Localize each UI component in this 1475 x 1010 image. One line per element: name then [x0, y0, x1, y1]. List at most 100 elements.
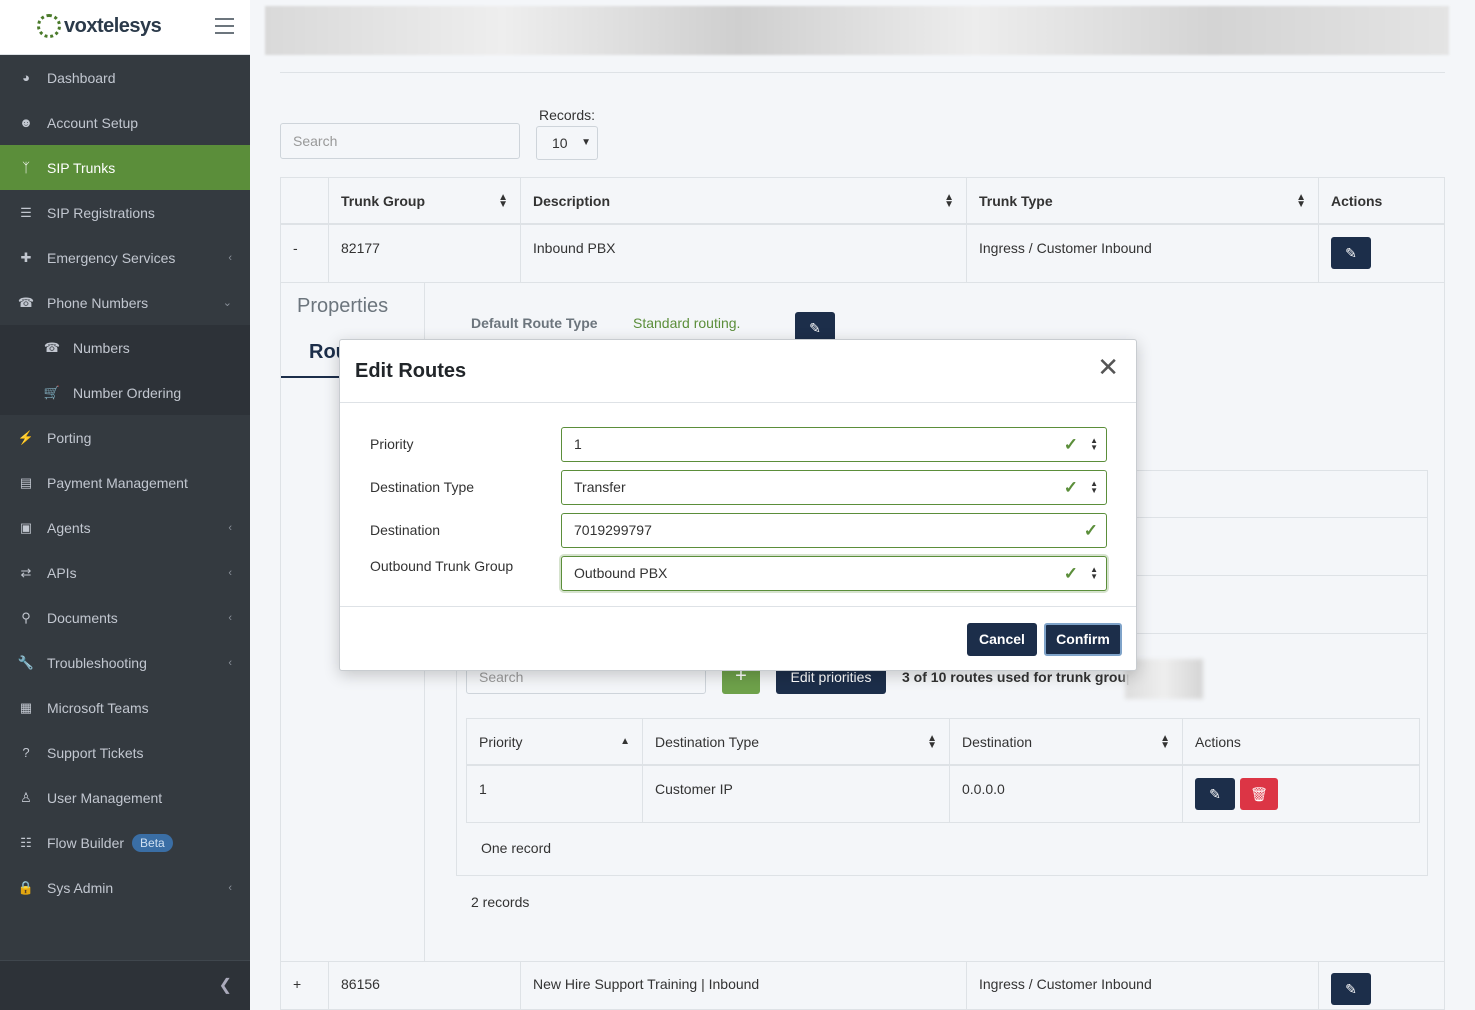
priority-value: 1: [574, 436, 582, 452]
edit-route-button[interactable]: ✎: [1195, 778, 1235, 810]
sidebar-item-sip-registrations[interactable]: ☰ SIP Registrations: [0, 190, 250, 235]
hamburger-menu-icon[interactable]: [215, 18, 234, 34]
sidebar-item-agents[interactable]: ▣ Agents ‹: [0, 505, 250, 550]
th-description[interactable]: Description ▲ ▼: [521, 178, 967, 223]
divider: [280, 72, 1445, 73]
sidebar-item-payment-management[interactable]: ▤ Payment Management: [0, 460, 250, 505]
sidebar-item-account-setup[interactable]: ☻ Account Setup: [0, 100, 250, 145]
outbound-trunk-group-label: Outbound Trunk Group: [370, 558, 514, 574]
sidebar-item-troubleshooting[interactable]: 🔧 Troubleshooting ‹: [0, 640, 250, 685]
check-icon: ✓: [1063, 435, 1078, 454]
table-row[interactable]: - 82177 Inbound PBX Ingress / Customer I…: [281, 225, 1444, 283]
close-icon[interactable]: ✕: [1097, 354, 1119, 380]
sidebar-item-flow-builder[interactable]: ☷ Flow Builder Beta: [0, 820, 250, 865]
sidebar-item-apis[interactable]: ⇄ APIs ‹: [0, 550, 250, 595]
confirm-button[interactable]: Confirm: [1044, 623, 1122, 656]
th-label: Trunk Type: [979, 192, 1053, 209]
brand-logo[interactable]: voxtelesys: [37, 14, 162, 38]
sort-icon: ▲ ▼: [1296, 191, 1306, 210]
sidebar-item-label: Number Ordering: [73, 384, 182, 401]
sidebar-item-label: SIP Trunks: [47, 159, 116, 176]
row-toggle[interactable]: -: [281, 225, 329, 282]
dashboard-icon: ◕: [22, 70, 30, 85]
chevron-left-icon: ‹: [228, 566, 232, 579]
chevron-down-icon: ⌄: [222, 297, 232, 309]
trunk-group-cell: 82177: [329, 225, 521, 282]
delete-route-button[interactable]: 🗑: [1240, 778, 1278, 810]
th-trunk-group[interactable]: Trunk Group ▲ ▼: [329, 178, 521, 223]
destination-type-select[interactable]: Transfer ✓ ▲ ▼: [561, 470, 1107, 505]
chevron-left-icon: ‹: [228, 611, 232, 624]
sidebar-item-sip-trunks[interactable]: ᛉ SIP Trunks: [0, 145, 250, 190]
table-row[interactable]: 1 Customer IP 0.0.0.0 ✎ 🗑: [467, 766, 1419, 823]
trash-icon: 🗑: [1250, 785, 1268, 802]
outbound-trunk-group-select[interactable]: Outbound PBX ✓ ▲ ▼: [561, 556, 1107, 591]
branch-icon: ᛉ: [22, 160, 30, 175]
th-label: Actions: [1331, 192, 1383, 209]
sidebar-item-label: Phone Numbers: [47, 294, 149, 311]
records-select[interactable]: 10 ▼: [536, 126, 598, 160]
sidebar-item-number-ordering[interactable]: 🛒 Number Ordering: [0, 370, 250, 415]
toggle-header: [281, 178, 329, 223]
priority-select[interactable]: 1 ✓ ▲ ▼: [561, 427, 1107, 462]
modal-header: Edit Routes ✕: [340, 340, 1136, 403]
sidebar-nav: ◕ Dashboard ☻ Account Setup ᛉ SIP Trunks ☰ SIP …: [0, 55, 250, 910]
sidebar-item-label: APIs: [47, 564, 77, 581]
edit-button[interactable]: ✎: [1331, 237, 1371, 269]
table-row[interactable]: + 86156 New Hire Support Training | Inbo…: [281, 961, 1444, 1010]
destination-input[interactable]: 7019299797 ✓: [561, 513, 1107, 548]
sidebar-item-label: User Management: [47, 789, 163, 806]
destination-value: 7019299797: [574, 522, 652, 538]
pencil-icon: ✎: [809, 319, 821, 336]
row-toggle[interactable]: +: [281, 962, 329, 1010]
pencil-icon: ✎: [1209, 785, 1221, 802]
edit-button[interactable]: ✎: [1331, 973, 1371, 1005]
th-destination[interactable]: Destination ▲ ▼: [950, 719, 1183, 764]
th-destination-type[interactable]: Destination Type ▲ ▼: [643, 719, 950, 764]
th-priority[interactable]: Priority ▲: [467, 719, 643, 764]
sidebar-item-label: Flow Builder: [47, 834, 125, 851]
sidebar-item-documents[interactable]: ⚲ Documents ‹: [0, 595, 250, 640]
sidebar-item-porting[interactable]: ⚡ Porting: [0, 415, 250, 460]
sidebar-item-user-management[interactable]: ♙ User Management: [0, 775, 250, 820]
brand-bar: voxtelesys: [0, 0, 250, 55]
cancel-button[interactable]: Cancel: [967, 623, 1037, 656]
th-label: Destination Type: [655, 733, 760, 750]
select-arrows-icon: ▲ ▼: [1090, 565, 1098, 581]
th-label: Trunk Group: [341, 192, 425, 209]
sort-icon: ▲ ▼: [944, 191, 954, 210]
sidebar-item-label: Numbers: [73, 339, 130, 356]
th-label: Destination: [962, 733, 1033, 750]
sidebar-item-support-tickets[interactable]: ? Support Tickets: [0, 730, 250, 775]
sidebar: voxtelesys ◕ Dashboard ☻ Account Setup ᛉ SIP …: [0, 0, 250, 1010]
sidebar-item-emergency-services[interactable]: ✚ Emergency Services ‹: [0, 235, 250, 280]
lock-icon: 🔒: [17, 879, 35, 895]
logo-icon: [37, 14, 61, 38]
check-icon: ✓: [1063, 478, 1078, 497]
sidebar-item-sys-admin[interactable]: 🔒 Sys Admin ‹: [0, 865, 250, 910]
sidebar-item-microsoft-teams[interactable]: ▦ Microsoft Teams: [0, 685, 250, 730]
sidebar-footer: ❮: [0, 960, 250, 1010]
destination-type-row: Destination Type Transfer ✓ ▲ ▼: [370, 470, 1107, 505]
sidebar-item-phone-numbers[interactable]: ☎ Phone Numbers ⌄: [0, 280, 250, 325]
list-icon: ☰: [20, 204, 32, 220]
search-input[interactable]: Search: [280, 123, 520, 159]
pencil-icon: ✎: [1345, 980, 1357, 997]
priority-label: Priority: [370, 436, 414, 452]
routes-table: Priority ▲ Destination Type ▲ ▼ Destinati…: [466, 718, 1420, 823]
sidebar-item-dashboard[interactable]: ◕ Dashboard: [0, 55, 250, 100]
collapse-sidebar-icon[interactable]: ❮: [219, 975, 232, 995]
select-arrows-icon: ▲ ▼: [1090, 436, 1098, 452]
sort-asc-icon: ▲: [620, 736, 630, 747]
chevron-left-icon: ‹: [228, 521, 232, 534]
sidebar-item-label: Support Tickets: [47, 744, 144, 761]
th-label: Priority: [479, 733, 523, 750]
description-cell: New Hire Support Training | Inbound: [521, 962, 967, 1010]
phone-icon: ☎: [17, 294, 35, 310]
sidebar-item-numbers[interactable]: ☎ Numbers: [0, 325, 250, 370]
sidebar-item-label: Sys Admin: [47, 879, 114, 896]
priority-row: Priority 1 ✓ ▲ ▼: [370, 427, 1107, 462]
chevron-left-icon: ‹: [228, 251, 232, 264]
th-trunk-type[interactable]: Trunk Type ▲ ▼: [967, 178, 1319, 223]
sidebar-item-label: Emergency Services: [47, 249, 176, 266]
